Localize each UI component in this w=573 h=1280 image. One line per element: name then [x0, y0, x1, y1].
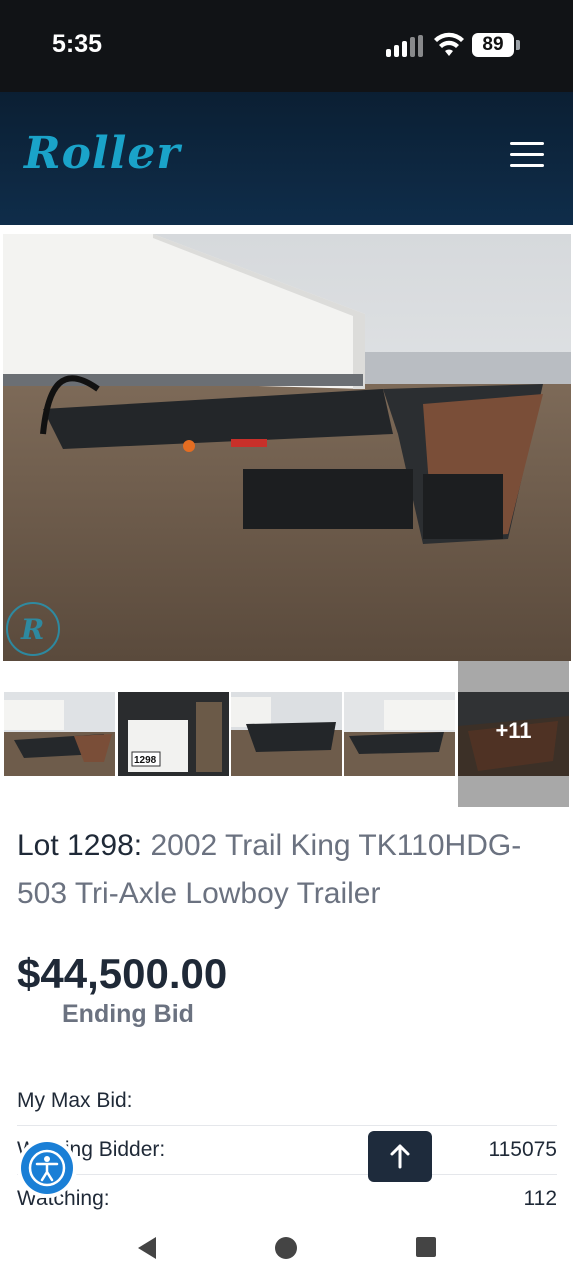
arrow-up-icon: [390, 1144, 410, 1169]
gallery-thumbnail[interactable]: [231, 692, 342, 776]
hamburger-menu-icon[interactable]: [510, 142, 546, 170]
scroll-to-top-button[interactable]: [368, 1131, 432, 1182]
detail-label: My Max Bid:: [17, 1089, 133, 1112]
detail-row-max-bid: My Max Bid:: [17, 1077, 557, 1126]
status-time: 5:35: [52, 30, 103, 58]
gallery-thumbnail[interactable]: 1298: [118, 692, 229, 776]
listing-title: Lot 1298: 2002 Trail King TK110HDG-503 T…: [17, 822, 562, 918]
more-photos-count: +11: [495, 718, 532, 743]
cellular-signal-icon: [386, 35, 424, 57]
svg-text:R: R: [20, 613, 44, 646]
status-bar: 5:35 89: [0, 0, 573, 92]
accessibility-button[interactable]: [17, 1138, 77, 1198]
wifi-icon: [434, 32, 464, 56]
back-icon[interactable]: [134, 1235, 160, 1261]
gallery-thumbnail[interactable]: [344, 692, 455, 776]
lot-number: Lot 1298:: [17, 829, 143, 862]
lot-tag-text: 1298: [134, 755, 157, 766]
gallery-thumbnail[interactable]: [4, 692, 115, 776]
site-header: Roller: [0, 92, 573, 225]
detail-row-winning-bidder: Winning Bidder: 115075: [17, 1126, 557, 1175]
main-listing-photo[interactable]: R: [3, 234, 571, 661]
home-icon[interactable]: [273, 1235, 299, 1261]
accessibility-icon: [28, 1149, 66, 1187]
battery-tip: [516, 40, 520, 50]
system-navigation-bar: [0, 1220, 573, 1280]
current-price: $44,500.00: [17, 950, 228, 997]
price-status-label: Ending Bid: [62, 1000, 194, 1028]
roller-logo[interactable]: Roller: [22, 128, 237, 178]
svg-text:Roller: Roller: [22, 128, 182, 178]
recents-icon[interactable]: [414, 1235, 438, 1259]
detail-value: 115075: [488, 1138, 557, 1161]
detail-row-watching: Watching: 112: [17, 1175, 557, 1223]
battery-indicator: 89: [472, 33, 514, 57]
detail-value: 112: [523, 1187, 557, 1210]
